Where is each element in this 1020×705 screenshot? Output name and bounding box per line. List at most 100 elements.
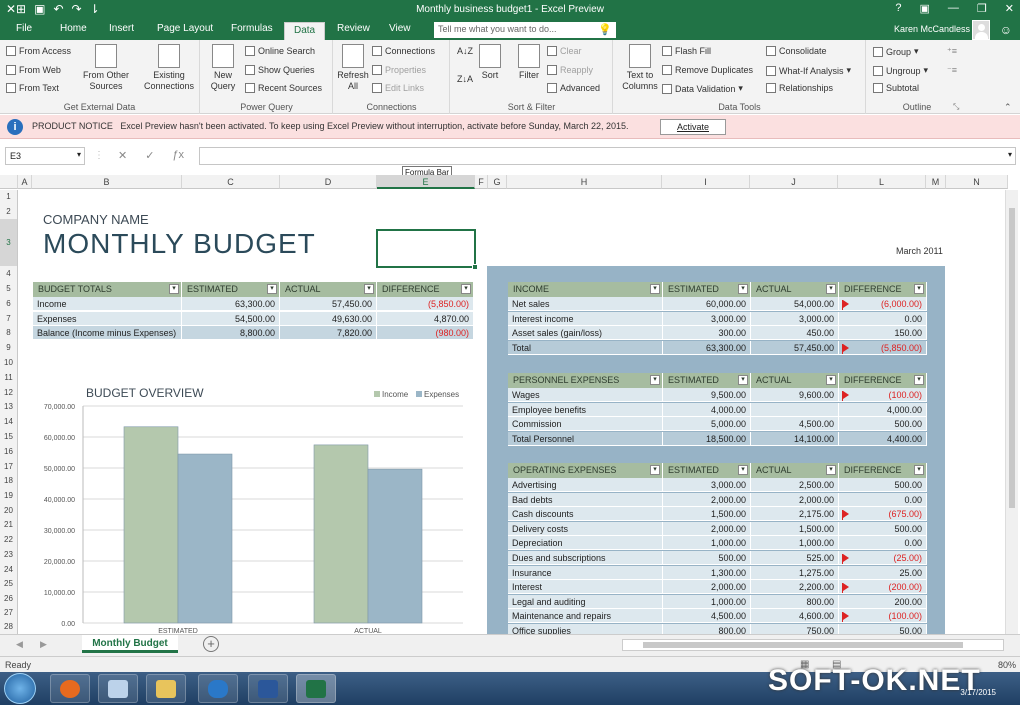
tab-view[interactable]: View <box>389 23 411 34</box>
operating-table-cell[interactable]: Bad debts <box>508 492 663 507</box>
filter-dropdown-icon[interactable]: ▾ <box>461 284 471 294</box>
from-web-button[interactable]: From Web <box>6 65 61 75</box>
personnel-table-cell[interactable]: Total Personnel <box>508 431 663 446</box>
operating-table-cell[interactable]: Advertising <box>508 478 663 492</box>
name-box[interactable]: E3 ▾ <box>5 147 85 165</box>
filter-dropdown-icon[interactable]: ▾ <box>267 284 277 294</box>
income-table-cell[interactable]: Interest income <box>508 311 663 326</box>
personnel-table-header-1[interactable]: ESTIMATED ▾ <box>663 373 751 388</box>
activate-button[interactable]: Activate <box>660 119 726 135</box>
show-queries-button[interactable]: Show Queries <box>245 65 315 75</box>
sort-za-icon[interactable]: Z↓A <box>457 74 473 84</box>
column-header-g[interactable]: G <box>488 175 507 189</box>
scrollbar-thumb[interactable] <box>643 642 963 648</box>
income-table-header-1[interactable]: ESTIMATED ▾ <box>663 282 751 297</box>
operating-table-cell[interactable]: Depreciation <box>508 536 663 551</box>
filter-dropdown-icon[interactable]: ▾ <box>738 375 748 385</box>
budget-totals-table-cell[interactable]: 7,820.00 <box>280 326 377 341</box>
tab-data[interactable]: Data <box>284 22 326 40</box>
advanced-button[interactable]: Advanced <box>547 83 600 93</box>
filter-dropdown-icon[interactable]: ▾ <box>826 465 836 475</box>
row-header-8[interactable]: 8 <box>0 326 18 340</box>
avatar[interactable] <box>972 20 990 40</box>
personnel-table-cell[interactable]: 5,000.00 <box>663 417 751 432</box>
taskbar-explorer-window[interactable] <box>98 674 138 703</box>
operating-table-cell[interactable]: Cash discounts <box>508 507 663 522</box>
operating-table-cell[interactable]: Maintenance and repairs <box>508 609 663 624</box>
personnel-table-cell[interactable]: 4,400.00 <box>839 431 927 446</box>
row-header-16[interactable]: 16 <box>0 444 18 459</box>
reapply-button[interactable]: Reapply <box>547 65 593 75</box>
budget-totals-table-cell[interactable]: (980.00) <box>377 326 474 341</box>
income-table-cell[interactable]: Net sales <box>508 297 663 311</box>
filter-dropdown-icon[interactable]: ▾ <box>650 465 660 475</box>
tell-me-input[interactable]: Tell me what you want to do... 💡 <box>434 22 616 38</box>
minimize-icon[interactable]: — <box>948 2 959 15</box>
selected-cell-e3[interactable] <box>376 229 478 270</box>
personnel-table-cell[interactable]: 18,500.00 <box>663 431 751 446</box>
from-access-button[interactable]: From Access <box>6 46 71 56</box>
personnel-table-cell[interactable]: 500.00 <box>839 417 927 432</box>
income-table-cell[interactable]: 57,450.00 <box>751 340 839 355</box>
filter-dropdown-icon[interactable]: ▾ <box>826 284 836 294</box>
income-table-cell[interactable]: (6,000.00) <box>839 297 927 311</box>
vertical-scrollbar[interactable] <box>1005 190 1018 634</box>
ungroup-button[interactable]: Ungroup ▾ <box>873 65 928 76</box>
budget-overview-chart[interactable]: BUDGET OVERVIEW Income Expenses 0.00 10,000.… <box>30 380 470 635</box>
sort-button[interactable]: Sort <box>477 44 503 81</box>
income-table-cell[interactable]: Total <box>508 340 663 355</box>
row-header-13[interactable]: 13 <box>0 400 18 414</box>
row-header-1[interactable]: 1 <box>0 190 18 204</box>
operating-table-cell[interactable]: 2,000.00 <box>751 492 839 507</box>
operating-table-header-1[interactable]: ESTIMATED ▾ <box>663 463 751 478</box>
budget-totals-table-cell[interactable]: (5,850.00) <box>377 297 474 311</box>
budget-totals-table-cell[interactable]: 54,500.00 <box>182 311 280 326</box>
row-header-21[interactable]: 21 <box>0 518 18 532</box>
row-header-2[interactable]: 2 <box>0 204 18 219</box>
column-header-e[interactable]: E <box>377 175 475 189</box>
properties-button[interactable]: Properties <box>372 65 426 75</box>
personnel-table-header-3[interactable]: DIFFERENCE ▾ <box>839 373 927 388</box>
row-header-20[interactable]: 20 <box>0 503 18 518</box>
personnel-table-cell[interactable]: Wages <box>508 388 663 402</box>
formula-input[interactable]: ▾ <box>199 147 1016 165</box>
operating-table-cell[interactable]: 4,600.00 <box>751 609 839 624</box>
edit-links-button[interactable]: Edit Links <box>372 83 424 93</box>
tab-page-layout[interactable]: Page Layout <box>157 23 213 34</box>
taskbar-firefox[interactable] <box>50 674 90 703</box>
income-table-cell[interactable]: 3,000.00 <box>663 311 751 326</box>
personnel-table-cell[interactable]: 4,000.00 <box>663 402 751 417</box>
row-header-23[interactable]: 23 <box>0 547 18 562</box>
row-header-11[interactable]: 11 <box>0 370 18 385</box>
filter-dropdown-icon[interactable]: ▾ <box>650 375 660 385</box>
operating-table-cell[interactable]: Legal and auditing <box>508 594 663 609</box>
column-header-n[interactable]: N <box>946 175 1008 189</box>
operating-table-cell[interactable]: 1,500.00 <box>663 507 751 522</box>
taskbar-word[interactable] <box>248 674 288 703</box>
dialog-launcher-icon[interactable]: ⤡ <box>953 102 959 112</box>
column-header-c[interactable]: C <box>182 175 280 189</box>
income-table-cell[interactable]: 450.00 <box>751 326 839 341</box>
operating-table-cell[interactable]: 2,000.00 <box>663 521 751 536</box>
flash-fill-button[interactable]: Flash Fill <box>662 46 711 56</box>
add-sheet-icon[interactable]: + <box>203 636 219 652</box>
budget-totals-table-cell[interactable]: 49,630.00 <box>280 311 377 326</box>
column-header-d[interactable]: D <box>280 175 377 189</box>
personnel-table-header-2[interactable]: ACTUAL ▾ <box>751 373 839 388</box>
operating-table-cell[interactable]: Insurance <box>508 565 663 580</box>
cancel-icon[interactable]: ✕ <box>118 149 127 162</box>
row-header-26[interactable]: 26 <box>0 591 18 606</box>
budget-totals-table-cell[interactable]: Balance (Income minus Expenses) <box>33 326 182 341</box>
operating-table-cell[interactable]: 1,000.00 <box>663 536 751 551</box>
maximize-icon[interactable]: ❐ <box>977 2 987 15</box>
row-header-28[interactable]: 28 <box>0 620 18 634</box>
column-header-i[interactable]: I <box>662 175 750 189</box>
operating-table-cell[interactable]: 2,500.00 <box>751 478 839 492</box>
fill-handle[interactable] <box>472 264 478 270</box>
taskbar-excel[interactable] <box>296 674 336 703</box>
filter-dropdown-icon[interactable]: ▾ <box>364 284 374 294</box>
data-validation-button[interactable]: Data Validation ▾ <box>662 83 743 94</box>
enter-check-icon[interactable]: ✓ <box>145 149 154 162</box>
income-table-cell[interactable]: 150.00 <box>839 326 927 341</box>
collapse-ribbon-icon[interactable]: ⌃ <box>1004 102 1012 113</box>
